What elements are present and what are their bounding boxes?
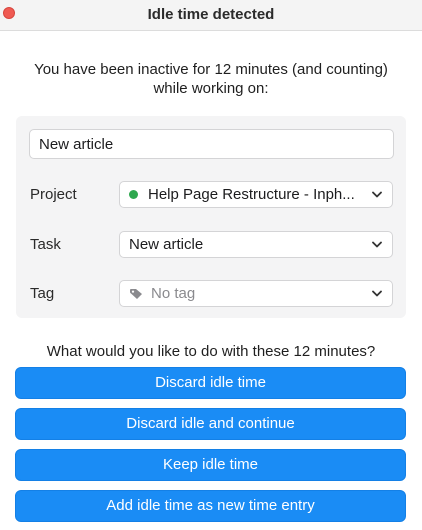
task-select[interactable]: New article: [119, 231, 393, 258]
chevron-down-icon: [371, 288, 383, 300]
window-title: Idle time detected: [147, 6, 275, 23]
project-value: Help Page Restructure - Inph...: [148, 186, 355, 203]
chevron-down-icon: [371, 239, 383, 251]
title-bar: Idle time detected: [0, 0, 422, 31]
discard-idle-button[interactable]: Discard idle time: [15, 367, 406, 399]
entry-form-panel: Project Help Page Restructure - Inph... …: [16, 116, 406, 318]
task-value: New article: [129, 236, 204, 253]
tag-value: No tag: [151, 285, 196, 302]
idle-question: What would you like to do with these 12 …: [46, 343, 376, 360]
task-label: Task: [30, 236, 61, 253]
keep-idle-button[interactable]: Keep idle time: [15, 449, 406, 481]
tag-select[interactable]: No tag: [119, 280, 393, 307]
add-as-new-entry-button[interactable]: Add idle time as new time entry: [15, 490, 406, 522]
project-color-dot-icon: [129, 190, 138, 199]
tag-icon: [129, 288, 143, 300]
project-select[interactable]: Help Page Restructure - Inph...: [119, 181, 393, 208]
chevron-down-icon: [371, 189, 383, 201]
project-label: Project: [30, 186, 77, 203]
description-input[interactable]: [29, 129, 394, 159]
idle-time-dialog: Idle time detected You have been inactiv…: [0, 0, 422, 530]
inactivity-message: You have been inactive for 12 minutes (a…: [34, 61, 388, 97]
discard-and-continue-button[interactable]: Discard idle and continue: [15, 408, 406, 440]
tag-label: Tag: [30, 285, 55, 302]
